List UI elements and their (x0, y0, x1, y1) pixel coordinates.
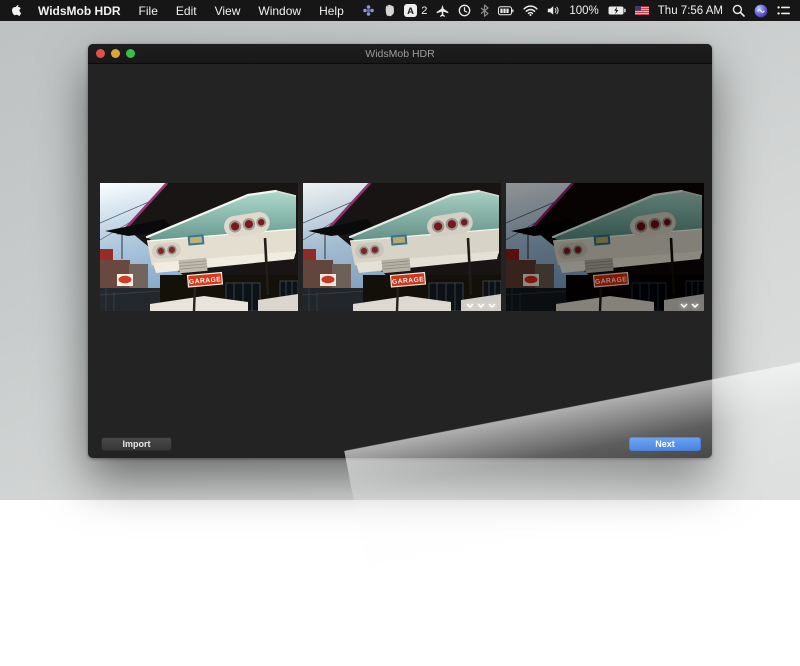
battery-icon[interactable] (608, 6, 626, 15)
battery-percent: 100% (569, 5, 598, 17)
garage-sign: GARAGE (188, 273, 223, 287)
photo-bracket-1[interactable]: GARAGE (100, 183, 298, 311)
garage-sign: GARAGE (594, 273, 629, 287)
input-source-icon[interactable]: A (404, 4, 417, 17)
bluetooth-icon[interactable] (480, 4, 489, 17)
volume-icon[interactable] (547, 5, 560, 16)
settings-app-icon[interactable] (363, 5, 374, 16)
photo-scene: GARAGE (506, 183, 704, 311)
desktop: WidsMob HDR File Edit View Window Help A… (0, 0, 800, 500)
wifi-icon[interactable] (523, 5, 538, 16)
app-window: WidsMob HDR GARAGE (88, 44, 712, 458)
apple-icon (10, 4, 22, 18)
apple-menu[interactable] (10, 4, 22, 18)
menu-help[interactable]: Help (319, 4, 344, 18)
window-titlebar[interactable]: WidsMob HDR (88, 44, 712, 64)
time-machine-icon[interactable] (458, 4, 471, 17)
photo-bracket-3[interactable]: GARAGE (506, 183, 704, 311)
next-button[interactable]: Next (629, 437, 701, 451)
menu-bar: WidsMob HDR File Edit View Window Help A… (0, 0, 800, 21)
spotlight-icon[interactable] (732, 4, 745, 17)
import-button[interactable]: Import (101, 437, 172, 451)
garage-sign: GARAGE (391, 273, 426, 287)
photo-row: GARAGE GARAGE (100, 183, 704, 311)
menu-window[interactable]: Window (258, 4, 301, 18)
photo-bracket-2[interactable]: GARAGE (303, 183, 501, 311)
photo-scene: GARAGE (303, 183, 501, 311)
evernote-icon[interactable] (383, 4, 395, 17)
zoom-button[interactable] (126, 49, 135, 58)
input-flag-us-icon[interactable] (635, 6, 649, 15)
menu-file[interactable]: File (139, 4, 158, 18)
chevron-down-icon[interactable] (488, 303, 496, 308)
chevron-down-icon[interactable] (477, 303, 485, 308)
menu-bar-clock[interactable]: Thu 7:56 AM (658, 5, 723, 17)
chevron-down-icon[interactable] (466, 303, 474, 308)
exposure-chevrons[interactable] (466, 303, 496, 308)
menu-view[interactable]: View (215, 4, 241, 18)
close-button[interactable] (96, 49, 105, 58)
exposure-chevrons[interactable] (680, 303, 699, 308)
keyboard-battery-icon[interactable] (498, 6, 514, 16)
notification-center-icon[interactable] (777, 5, 790, 16)
app-menu-title[interactable]: WidsMob HDR (38, 4, 121, 18)
chevron-down-icon[interactable] (691, 303, 699, 308)
photo-scene: GARAGE (100, 183, 298, 311)
siri-icon[interactable] (754, 4, 768, 18)
input-source-badge: 2 (421, 5, 427, 17)
menu-bar-status-area: A 2 100% (363, 4, 790, 18)
minimize-button[interactable] (111, 49, 120, 58)
window-title: WidsMob HDR (88, 48, 712, 60)
svg-text:A: A (407, 6, 414, 17)
chevron-down-icon[interactable] (680, 303, 688, 308)
window-content: GARAGE GARAGE (88, 63, 712, 458)
menu-edit[interactable]: Edit (176, 4, 197, 18)
airplane-icon[interactable] (436, 4, 449, 17)
